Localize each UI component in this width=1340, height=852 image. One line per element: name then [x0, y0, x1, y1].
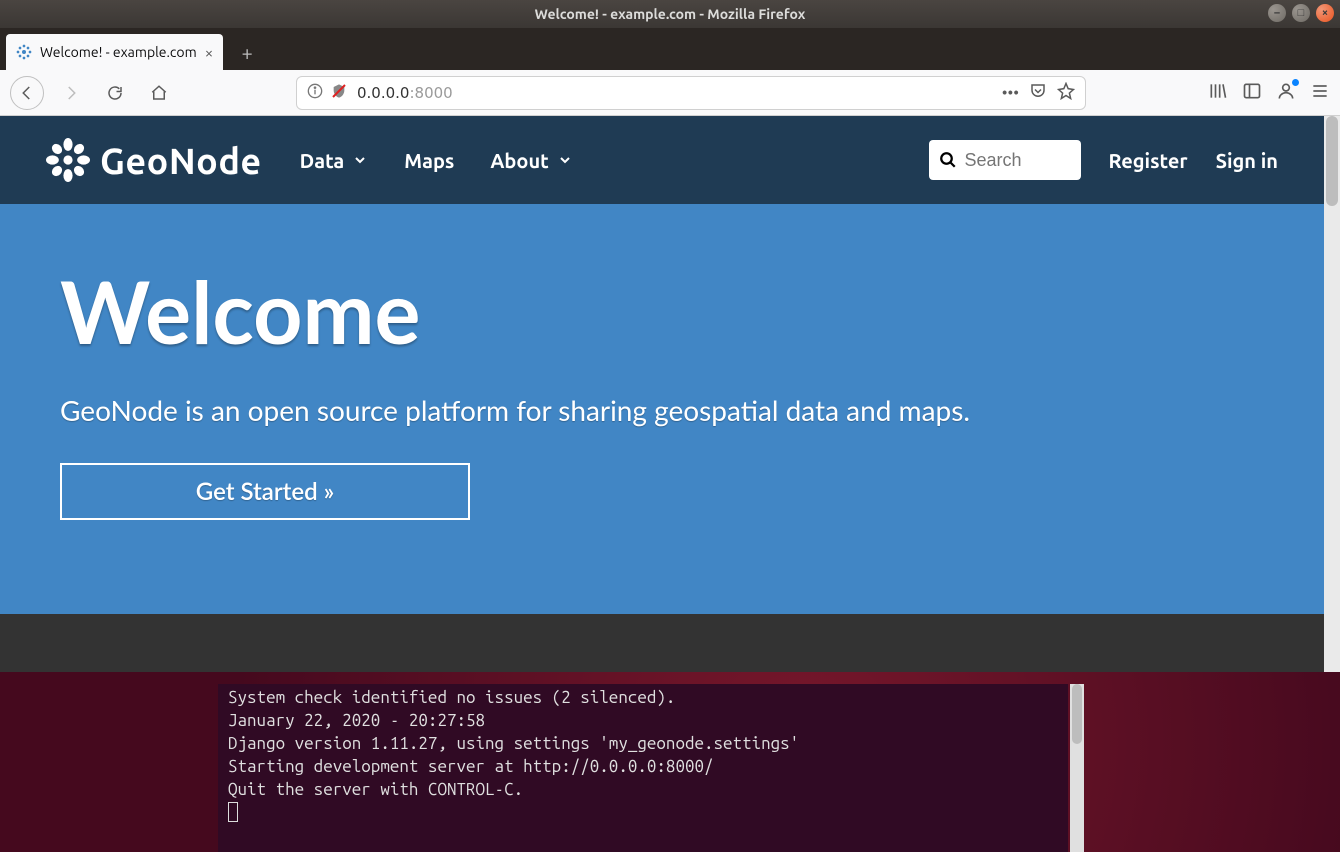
- page-actions-icon[interactable]: •••: [1002, 84, 1019, 102]
- library-icon[interactable]: [1208, 81, 1228, 105]
- menu-item-label: Data: [300, 149, 345, 172]
- bookmark-star-icon[interactable]: [1057, 82, 1075, 104]
- register-link[interactable]: Register: [1109, 149, 1188, 172]
- url-text: 0.0.0.0:8000: [357, 84, 453, 102]
- hero-title: Welcome: [60, 260, 1264, 363]
- window-controls: – □ ×: [1268, 4, 1334, 22]
- menu-item-data[interactable]: Data: [300, 149, 369, 172]
- terminal-line: Starting development server at http://0.…: [228, 757, 714, 776]
- favicon-icon: [16, 44, 32, 60]
- browser-tab[interactable]: Welcome! - example.com ×: [6, 34, 223, 70]
- terminal-line: Django version 1.11.27, using settings '…: [228, 734, 799, 753]
- tracking-shield-icon[interactable]: [331, 83, 347, 103]
- signin-link[interactable]: Sign in: [1216, 149, 1278, 172]
- site-info-icon[interactable]: [307, 83, 323, 103]
- page-scroll-thumb[interactable]: [1326, 116, 1338, 206]
- site-brand-text: GeoNode: [100, 140, 262, 181]
- url-host: 0.0.0.0: [357, 84, 409, 102]
- menu-item-label: Maps: [404, 149, 454, 172]
- site-brand[interactable]: GeoNode: [46, 138, 262, 182]
- page-scrollbar[interactable]: [1324, 116, 1340, 672]
- window-title: Welcome! - example.com - Mozilla Firefox: [535, 6, 806, 22]
- new-tab-button[interactable]: +: [229, 34, 265, 70]
- browser-nav-toolbar: 0.0.0.0:8000 •••: [0, 70, 1340, 116]
- terminal-scrollbar[interactable]: [1070, 684, 1084, 852]
- browser-right-tools: [1208, 81, 1330, 105]
- nav-forward-button[interactable]: [54, 76, 88, 110]
- window-minimize-button[interactable]: –: [1268, 4, 1286, 22]
- terminal-scroll-thumb[interactable]: [1072, 684, 1082, 744]
- geonode-logo-icon: [46, 138, 90, 182]
- pocket-icon[interactable]: [1029, 82, 1047, 104]
- site-footer-strip: [0, 614, 1324, 672]
- window-close-button[interactable]: ×: [1316, 4, 1334, 22]
- nav-reload-button[interactable]: [98, 76, 132, 110]
- search-icon: [939, 151, 957, 169]
- url-bar[interactable]: 0.0.0.0:8000 •••: [296, 76, 1086, 110]
- terminal-line: January 22, 2020 - 20:27:58: [228, 711, 485, 730]
- site-nav-right: Register Sign in: [929, 140, 1279, 180]
- menu-item-maps[interactable]: Maps: [404, 149, 454, 172]
- url-actions: •••: [1002, 82, 1075, 104]
- browser-tab-label: Welcome! - example.com: [40, 44, 197, 60]
- get-started-button[interactable]: Get Started »: [60, 463, 470, 520]
- terminal[interactable]: System check identified no issues (2 sil…: [218, 684, 1068, 852]
- site-search-input[interactable]: [965, 150, 1071, 171]
- nav-home-button[interactable]: [142, 76, 176, 110]
- window-titlebar: Welcome! - example.com - Mozilla Firefox…: [0, 0, 1340, 28]
- terminal-line: System check identified no issues (2 sil…: [228, 688, 675, 707]
- url-port: :8000: [409, 84, 452, 102]
- account-icon[interactable]: [1276, 81, 1296, 105]
- tab-close-button[interactable]: ×: [205, 44, 213, 61]
- site-search[interactable]: [929, 140, 1081, 180]
- chevron-down-icon: [352, 152, 368, 168]
- browser-tabstrip: Welcome! - example.com × +: [0, 28, 1340, 70]
- hamburger-menu-icon[interactable]: [1310, 81, 1330, 105]
- nav-back-button[interactable]: [10, 76, 44, 110]
- site-navbar: GeoNode Data Maps About: [0, 116, 1324, 204]
- window-maximize-button[interactable]: □: [1292, 4, 1310, 22]
- hero-section: Welcome GeoNode is an open source platfo…: [0, 204, 1324, 614]
- desktop-area: System check identified no issues (2 sil…: [0, 672, 1340, 852]
- menu-item-about[interactable]: About: [490, 149, 572, 172]
- browser-viewport: GeoNode Data Maps About: [0, 116, 1340, 672]
- chevron-down-icon: [557, 152, 573, 168]
- menu-item-label: About: [490, 149, 548, 172]
- site-menu: Data Maps About: [300, 149, 573, 172]
- hero-subtitle: GeoNode is an open source platform for s…: [60, 393, 1264, 427]
- sidebar-icon[interactable]: [1242, 81, 1262, 105]
- terminal-cursor: [228, 802, 238, 822]
- terminal-line: Quit the server with CONTROL-C.: [228, 780, 523, 799]
